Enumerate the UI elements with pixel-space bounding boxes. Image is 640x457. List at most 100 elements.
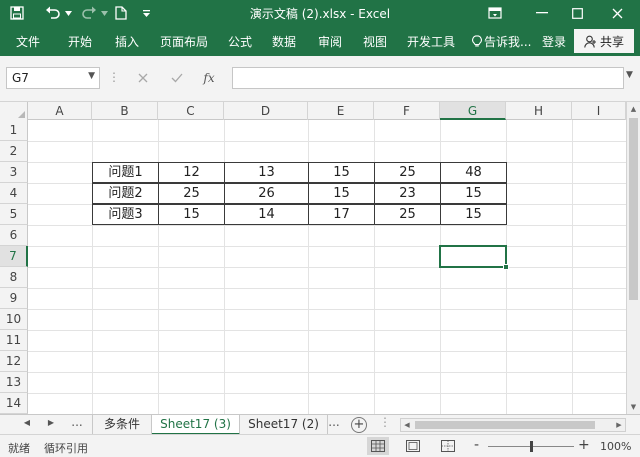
tab-home[interactable]: 开始 <box>68 33 92 50</box>
horizontal-scroll-thumb[interactable] <box>415 421 595 429</box>
page-layout-view-icon[interactable] <box>402 437 424 455</box>
table-cell[interactable]: 12 <box>158 162 225 183</box>
tab-view[interactable]: 视图 <box>363 33 387 50</box>
select-all-button[interactable] <box>0 102 28 120</box>
redo-dropdown-icon[interactable] <box>98 3 110 23</box>
new-sheet-button[interactable]: + <box>351 417 367 433</box>
formula-input[interactable] <box>232 67 624 89</box>
row-header[interactable]: 12 <box>0 351 28 372</box>
row-header[interactable]: 10 <box>0 309 28 330</box>
table-cell[interactable]: 13 <box>224 162 309 183</box>
scroll-right-icon[interactable]: ▶ <box>613 419 625 431</box>
scroll-left-icon[interactable]: ◀ <box>401 419 413 431</box>
sheet-tabs-ellipsis-left[interactable]: ... <box>70 415 84 429</box>
row-header[interactable]: 11 <box>0 330 28 351</box>
row-header[interactable]: 13 <box>0 372 28 393</box>
minimize-icon[interactable] <box>527 0 557 26</box>
redo-icon[interactable] <box>78 3 100 23</box>
active-cell-selection[interactable] <box>439 245 509 270</box>
next-sheet-icon[interactable]: ▶ <box>44 418 58 427</box>
table-cell[interactable]: 15 <box>308 162 375 183</box>
customize-qat-icon[interactable] <box>135 3 157 23</box>
column-header-selected[interactable]: G <box>440 102 506 120</box>
row-header[interactable]: 8 <box>0 267 28 288</box>
tab-review[interactable]: 审阅 <box>318 33 342 50</box>
row-header[interactable]: 5 <box>0 204 28 225</box>
table-cell[interactable]: 15 <box>308 183 375 204</box>
save-icon[interactable] <box>6 3 28 23</box>
table-cell[interactable]: 14 <box>224 204 309 225</box>
tab-developer[interactable]: 开发工具 <box>407 33 455 50</box>
column-header[interactable]: A <box>28 102 92 120</box>
sheet-tab-sheet17-2[interactable]: Sheet17 (2) <box>240 415 328 435</box>
table-cell[interactable]: 15 <box>440 204 507 225</box>
fill-handle[interactable] <box>503 264 509 270</box>
sheet-tabs-ellipsis-right[interactable]: ... <box>327 415 341 429</box>
tab-formulas[interactable]: 公式 <box>228 33 252 50</box>
zoom-slider-thumb[interactable] <box>530 441 533 452</box>
table-cell[interactable]: 48 <box>440 162 507 183</box>
ribbon-display-options-icon[interactable] <box>480 0 510 26</box>
previous-sheet-icon[interactable]: ◀ <box>20 418 34 427</box>
row-header[interactable]: 3 <box>0 162 28 183</box>
undo-dropdown-icon[interactable] <box>62 3 74 23</box>
name-box-dropdown-icon[interactable]: ▼ <box>88 71 95 81</box>
undo-icon[interactable] <box>42 3 64 23</box>
table-cell[interactable]: 问题2 <box>92 183 159 204</box>
formula-bar-grip-icon[interactable]: ⋮ <box>108 70 120 84</box>
tell-me-box[interactable]: 告诉我... <box>472 33 531 50</box>
scroll-up-icon[interactable]: ▲ <box>627 102 640 116</box>
tab-split-grip-icon[interactable]: ⋮ <box>378 415 392 429</box>
column-header[interactable]: E <box>308 102 374 120</box>
scroll-down-icon[interactable]: ▼ <box>627 400 640 414</box>
maximize-icon[interactable] <box>562 0 592 26</box>
sheet-tab-multi-condition[interactable]: 多条件 <box>92 415 152 435</box>
vertical-scroll-thumb[interactable] <box>629 118 638 300</box>
confirm-entry-icon[interactable] <box>164 67 190 89</box>
table-cell[interactable]: 25 <box>374 162 441 183</box>
tab-file[interactable]: 文件 <box>16 33 40 50</box>
table-cell[interactable]: 23 <box>374 183 441 204</box>
sheet-tab-sheet17-3[interactable]: Sheet17 (3) <box>152 415 240 435</box>
table-cell[interactable]: 15 <box>440 183 507 204</box>
column-header[interactable]: B <box>92 102 158 120</box>
row-header[interactable]: 9 <box>0 288 28 309</box>
zoom-level[interactable]: 100% <box>600 440 631 453</box>
row-header[interactable]: 2 <box>0 141 28 162</box>
circular-reference-indicator[interactable]: 循环引用 <box>44 440 88 456</box>
row-header[interactable]: 6 <box>0 225 28 246</box>
table-cell[interactable]: 26 <box>224 183 309 204</box>
zoom-out-button[interactable]: - <box>474 437 479 453</box>
tab-page-layout[interactable]: 页面布局 <box>160 33 208 50</box>
horizontal-scrollbar[interactable]: ◀ ▶ <box>400 418 626 432</box>
row-header[interactable]: 4 <box>0 183 28 204</box>
table-cell[interactable]: 25 <box>158 183 225 204</box>
worksheet-grid[interactable]: A B C D E F G H I 1 2 3 4 5 6 7 8 9 10 1… <box>0 102 626 414</box>
row-header-selected[interactable]: 7 <box>0 246 28 267</box>
table-cell[interactable]: 17 <box>308 204 375 225</box>
share-button[interactable]: 共享 <box>574 29 634 53</box>
table-cell[interactable]: 25 <box>374 204 441 225</box>
table-cell[interactable]: 15 <box>158 204 225 225</box>
table-cell[interactable]: 问题3 <box>92 204 159 225</box>
column-header[interactable]: F <box>374 102 440 120</box>
insert-function-button[interactable]: fx <box>196 67 222 89</box>
tab-insert[interactable]: 插入 <box>115 33 139 50</box>
column-header[interactable]: H <box>506 102 572 120</box>
page-break-preview-icon[interactable] <box>437 437 459 455</box>
normal-view-icon[interactable] <box>367 437 389 455</box>
row-header[interactable]: 14 <box>0 393 28 414</box>
close-icon[interactable] <box>602 0 632 26</box>
cancel-entry-icon[interactable] <box>130 67 156 89</box>
column-header[interactable]: I <box>572 102 626 120</box>
new-file-icon[interactable] <box>110 3 132 23</box>
tab-data[interactable]: 数据 <box>272 33 296 50</box>
vertical-scrollbar[interactable]: ▲ ▼ <box>626 102 640 414</box>
row-header[interactable]: 1 <box>0 120 28 141</box>
table-cell[interactable]: 问题1 <box>92 162 159 183</box>
expand-formula-bar-icon[interactable]: ▼ <box>626 70 633 80</box>
login-link[interactable]: 登录 <box>542 33 566 50</box>
zoom-in-button[interactable]: + <box>578 437 590 453</box>
column-header[interactable]: D <box>224 102 308 120</box>
name-box[interactable]: G7 ▼ <box>6 67 100 89</box>
